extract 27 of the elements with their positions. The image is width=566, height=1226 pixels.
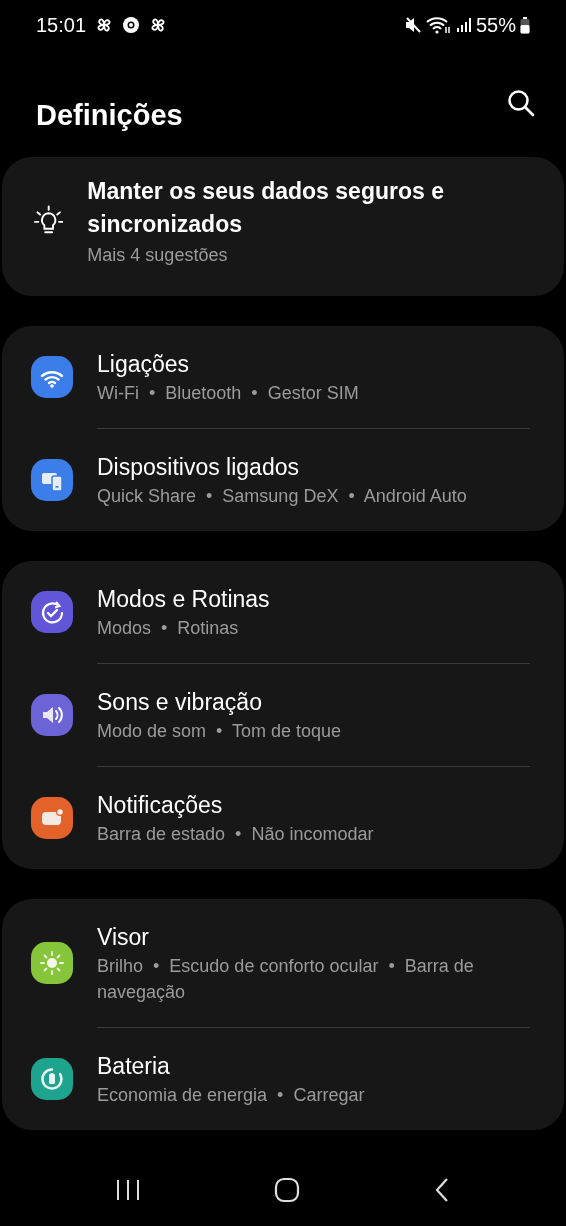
item-title: Bateria	[97, 1051, 171, 1081]
item-subtitle: Quick Share • Samsung DeX • Android Auto	[97, 484, 468, 508]
item-title: Modos e Rotinas	[97, 584, 271, 614]
item-title: Notificações	[97, 790, 224, 820]
item-subtitle: Modo de som • Tom de toque	[97, 719, 343, 743]
item-title: Ligações	[97, 349, 191, 379]
settings-item[interactable]: Visor Brilho • Escudo de conforto ocular • Barra de navegação	[2, 898, 564, 1028]
item-subtitle: Modos • Rotinas	[97, 616, 240, 640]
settings-item[interactable]: Notificações Barra de estado • Não incomodar	[2, 766, 564, 869]
item-subtitle: Barra de estado • Não incomodar	[97, 822, 375, 846]
settings-item[interactable]: Sons e vibração Modo de som • Tom de toque	[2, 663, 564, 767]
settings-item[interactable]: Modos e Rotinas Modos • Rotinas	[2, 560, 564, 664]
item-subtitle: Wi-Fi • Bluetooth • Gestor SIM	[97, 381, 360, 405]
page-title: Definições	[36, 98, 183, 133]
battery-percentage: 55%	[475, 13, 516, 38]
clock-time: 15:01	[36, 13, 87, 38]
settings-item[interactable]: Bateria Economia de energia • Carregar	[2, 1027, 564, 1130]
settings-item[interactable]: Ligações Wi-Fi • Bluetooth • Gestor SIM	[2, 325, 564, 429]
item-subtitle: Economia de energia • Carregar	[97, 1083, 366, 1107]
suggestion-card[interactable]: Manter os seus dados seguros e sincronizados Mais 4 sugestões	[2, 157, 564, 296]
item-title: Dispositivos ligados	[97, 452, 300, 482]
suggestion-title: Manter os seus dados seguros e sincronizados	[87, 177, 445, 240]
suggestion-subtitle: Mais 4 sugestões	[87, 243, 229, 267]
item-title: Sons e vibração	[97, 687, 263, 717]
item-subtitle: Brilho • Escudo de conforto ocular • Barra de navegação	[97, 954, 475, 1004]
settings-item[interactable]: Dispositivos ligados Quick Share • Samsung DeX • Android Auto	[2, 428, 564, 531]
item-title: Visor	[97, 922, 150, 952]
